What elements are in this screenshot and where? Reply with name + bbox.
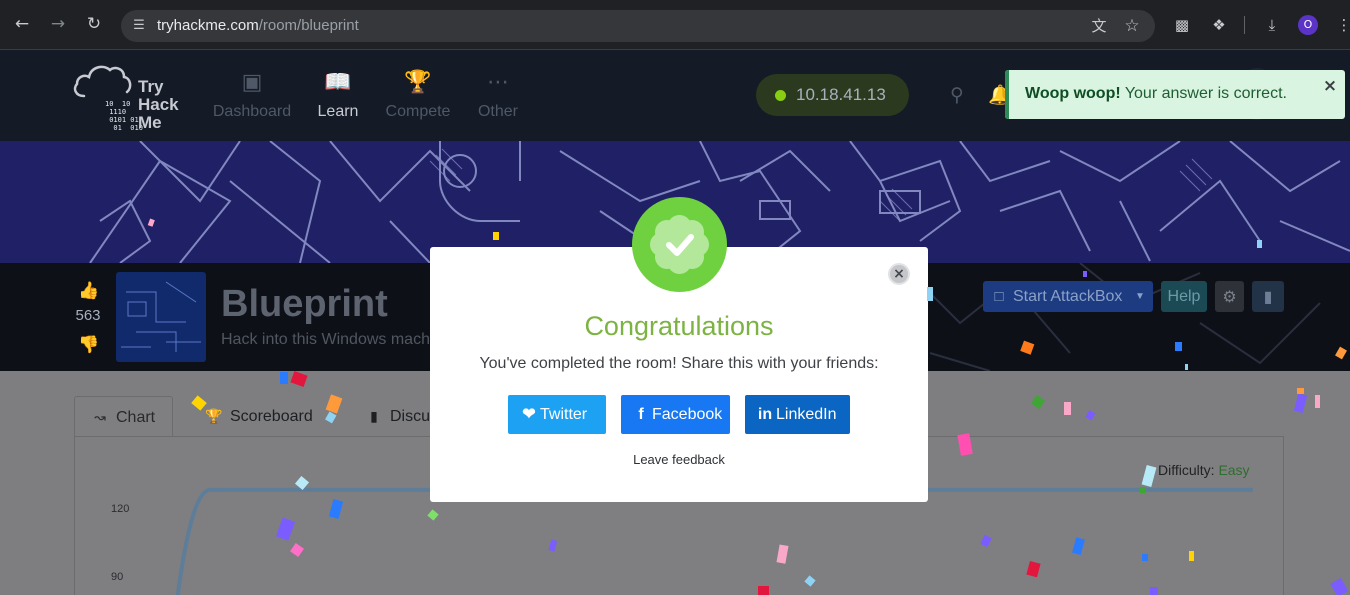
thumbs-down-icon[interactable]: 👎 (78, 335, 99, 355)
logo-wordmark: Try Hack Me (138, 77, 179, 132)
success-toast: Woop woop! Your answer is correct. × (1005, 70, 1345, 119)
menu-icon[interactable]: ⋮ (1334, 15, 1350, 35)
modal-close-button[interactable]: × (888, 263, 910, 285)
modal-message: You've completed the room! Share this wi… (479, 355, 879, 372)
difficulty-value: Easy (1218, 462, 1250, 478)
ip-address: 10.18.41.13 (796, 85, 886, 104)
url-text[interactable]: tryhackme.com/room/blueprint (157, 17, 359, 34)
share-linkedin-button[interactable]: in LinkedIn (745, 395, 850, 434)
toast-close-button[interactable]: × (1322, 78, 1338, 95)
download-icon[interactable]: ⤓ (1262, 15, 1282, 35)
nav-other[interactable]: ⋯ Other (453, 68, 543, 121)
machine-ip-pill[interactable]: 10.18.41.13 (756, 74, 909, 116)
y-tick: 120 (111, 503, 130, 515)
nav-dashboard[interactable]: ▣ Dashboard (207, 68, 297, 121)
share-facebook-button[interactable]: f Facebook (621, 395, 730, 434)
search-icon[interactable]: ⚲ (946, 84, 968, 106)
room-subtitle: Hack into this Windows mach (221, 331, 430, 348)
dashboard-icon: ▣ (241, 70, 263, 95)
star-icon[interactable]: ☆ (1123, 17, 1141, 35)
more-icon: ⋯ (487, 70, 509, 95)
comments-icon: ▮ (370, 408, 378, 424)
gear-icon[interactable]: ⚙ (1215, 281, 1244, 312)
caret-down-icon[interactable]: ▼ (1135, 281, 1145, 312)
bookmark-icon[interactable]: ▮ (1252, 281, 1284, 312)
extensions-icon[interactable]: ❖ (1209, 15, 1229, 35)
translate-icon[interactable]: 文 (1090, 17, 1108, 35)
toast-accent (1005, 70, 1009, 119)
qr-code-icon[interactable]: ▩ (1172, 15, 1192, 35)
series-line (175, 487, 1253, 595)
cloud-icon (73, 65, 132, 98)
trophy-icon: 🏆 (404, 70, 432, 95)
tab-discussion[interactable]: ▮ Discu (364, 396, 430, 437)
leave-feedback-link[interactable]: Leave feedback (430, 452, 928, 467)
toolbar-divider (1244, 16, 1245, 34)
chart-icon: ↝ (94, 409, 106, 425)
help-button[interactable]: Help (1161, 281, 1207, 312)
tryhackme-logo[interactable]: 10 10 1110 0101 01 01 010 Try Hack Me (72, 62, 197, 132)
vote-count: 563 (75, 307, 101, 324)
laptop-icon: □ (994, 288, 1004, 305)
address-bar[interactable]: ☰ tryhackme.com/room/blueprint 文 ☆ (121, 10, 1155, 42)
start-attackbox-button[interactable]: □ Start AttackBox ▼ (983, 281, 1153, 312)
room-title: Blueprint (221, 283, 388, 325)
twitter-icon: ❤ (522, 406, 536, 423)
site-settings-icon[interactable]: ☰ (131, 18, 147, 34)
nav-compete[interactable]: 🏆 Compete (373, 68, 463, 121)
browser-toolbar: ← → ↻ ☰ tryhackme.com/room/blueprint 文 ☆… (0, 0, 1350, 50)
thumbs-up-icon[interactable]: 👍 (78, 281, 99, 301)
book-icon: 📖 (324, 70, 352, 95)
difficulty-label: Difficulty: Easy (1158, 462, 1250, 478)
tab-scoreboard[interactable]: 🏆 Scoreboard (204, 396, 312, 437)
modal-title: Congratulations (584, 311, 774, 341)
nav-learn[interactable]: 📖 Learn (293, 68, 383, 121)
trophy-icon: 🏆 (205, 408, 223, 424)
y-tick: 90 (111, 571, 124, 583)
room-thumbnail (116, 272, 206, 362)
share-twitter-button[interactable]: ❤ Twitter (508, 395, 606, 434)
profile-avatar[interactable]: O (1298, 15, 1318, 35)
forward-icon[interactable]: → (45, 11, 71, 37)
success-badge-icon (632, 197, 727, 292)
reload-icon[interactable]: ↻ (81, 11, 107, 37)
back-icon[interactable]: ← (9, 11, 35, 37)
tab-chart[interactable]: ↝ Chart (74, 396, 173, 437)
status-dot (775, 90, 786, 101)
toast-message: Woop woop! Your answer is correct. (1025, 85, 1287, 102)
facebook-icon: f (638, 406, 644, 423)
linkedin-icon: in (757, 406, 773, 423)
